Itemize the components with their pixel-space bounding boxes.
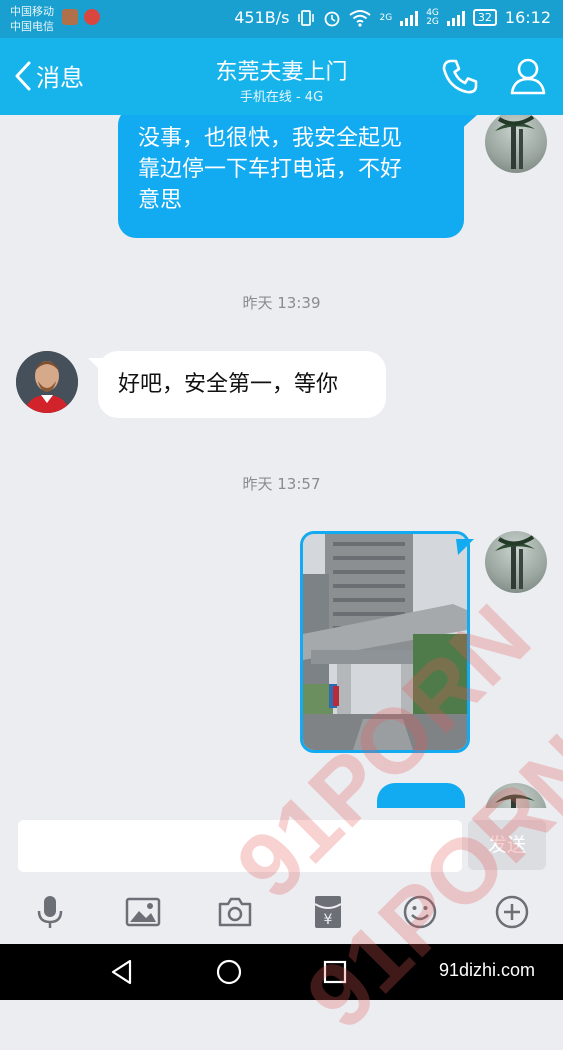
incoming-message[interactable]: 好吧，安全第一，等你	[98, 351, 386, 418]
profile-button[interactable]	[508, 56, 548, 96]
contact-photo-icon	[16, 351, 78, 413]
signal-2-icon	[446, 10, 465, 26]
nav-home-button[interactable]	[215, 958, 243, 986]
timestamp: 昨天 13:57	[242, 475, 321, 493]
more-button[interactable]	[494, 894, 530, 930]
clock: 16:12	[504, 8, 551, 27]
nav-back-button[interactable]	[108, 958, 136, 986]
site-watermark: 91dizhi.com	[438, 960, 535, 980]
camera-button[interactable]	[217, 894, 253, 930]
notification-icons	[62, 9, 100, 25]
voice-button[interactable]	[32, 894, 68, 930]
message-line: 意思	[138, 188, 183, 213]
emoji-icon	[403, 895, 437, 929]
network-type-1: 2G	[379, 12, 393, 23]
nav-recents-button[interactable]	[321, 958, 349, 986]
chat-header: 消息 东莞夫妻上门 手机在线 - 4G	[0, 38, 563, 115]
camera-icon	[218, 897, 252, 927]
app-notification-icon	[62, 9, 78, 25]
message-line: 靠边停一下车打电话，不好	[138, 157, 403, 182]
red-packet-button[interactable]: ¥	[310, 894, 346, 930]
bubble-tail	[456, 539, 474, 555]
alarm-icon	[325, 11, 340, 26]
square-recents-icon	[323, 960, 347, 984]
red-packet-icon: ¥	[314, 896, 342, 928]
network-type-3: 2G	[426, 16, 439, 27]
photo-album-button[interactable]	[125, 894, 161, 930]
svg-text:¥: ¥	[324, 912, 333, 928]
outgoing-message-partial[interactable]	[377, 783, 465, 808]
call-button[interactable]	[440, 56, 480, 96]
message-input[interactable]	[18, 820, 462, 872]
building-photo	[303, 534, 467, 750]
my-avatar[interactable]	[485, 783, 547, 808]
wifi-icon	[349, 9, 372, 27]
vibrate-icon	[298, 9, 315, 26]
status-bar: 中国移动 中国电信 451B/s 2G 4G 2G 32 16:12	[0, 0, 563, 38]
message-text: 好吧，安全第一，等你	[118, 372, 339, 397]
palm-tree-avatar-icon	[495, 115, 535, 169]
emoji-button[interactable]	[402, 894, 438, 930]
palm-tree-avatar-icon	[495, 535, 535, 589]
plus-icon	[495, 895, 529, 929]
map-notification-icon	[84, 9, 100, 25]
chat-area[interactable]: 没事，也很快，我安全起见 靠边停一下车打电话，不好 意思 昨天 13:39 好吧…	[0, 115, 563, 808]
contact-avatar[interactable]	[16, 351, 78, 413]
carrier-info: 中国移动 中国电信	[10, 4, 54, 34]
network-type-2-3: 4G 2G	[426, 8, 439, 27]
input-bar: 发送	[0, 808, 563, 878]
carrier-1: 中国移动	[10, 5, 54, 18]
circle-home-icon	[216, 959, 242, 985]
my-avatar[interactable]	[485, 115, 547, 173]
carrier-2: 中国电信	[10, 20, 54, 33]
mic-icon	[37, 896, 63, 928]
status-indicators: 451B/s 2G 4G 2G 32 16:12	[234, 8, 551, 27]
my-avatar[interactable]	[485, 531, 547, 593]
send-button[interactable]: 发送	[468, 820, 546, 870]
input-toolbar: ¥	[0, 878, 563, 944]
palm-tree-avatar-icon	[495, 794, 535, 808]
outgoing-message[interactable]: 没事，也很快，我安全起见 靠边停一下车打电话，不好 意思	[118, 115, 464, 238]
image-icon	[125, 897, 161, 927]
system-nav-bar: 91dizhi.com	[0, 944, 563, 1000]
bubble-tail	[455, 115, 477, 133]
person-icon	[510, 58, 546, 95]
signal-1-icon	[400, 10, 419, 26]
phone-icon	[442, 59, 478, 94]
message-line: 没事，也很快，我安全起见	[138, 126, 403, 151]
network-speed: 451B/s	[234, 8, 290, 27]
timestamp: 昨天 13:39	[242, 294, 321, 312]
battery-icon: 32	[472, 9, 497, 26]
triangle-back-icon	[111, 959, 132, 985]
image-message[interactable]	[300, 531, 470, 753]
